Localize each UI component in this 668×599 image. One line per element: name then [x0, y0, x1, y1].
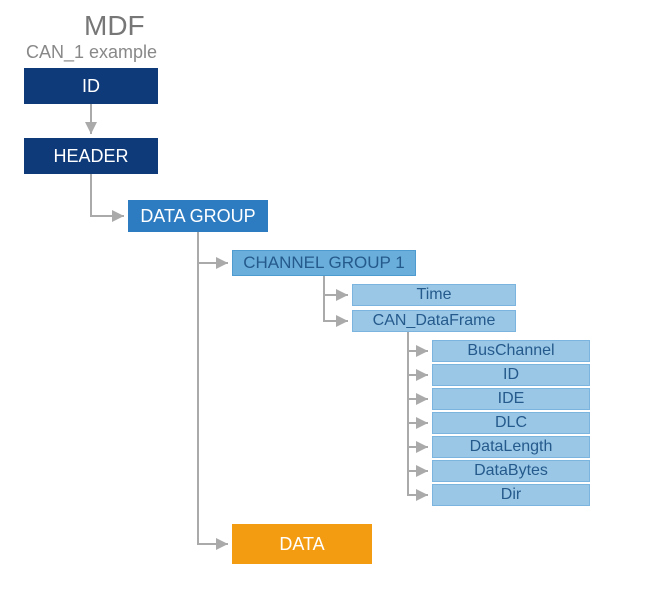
diagram-subtitle: CAN_1 example — [26, 42, 157, 63]
node-databytes: DataBytes — [432, 460, 590, 482]
node-datalength: DataLength — [432, 436, 590, 458]
node-id: ID — [24, 68, 158, 104]
node-can-dataframe: CAN_DataFrame — [352, 310, 516, 332]
diagram-title: MDF — [84, 10, 145, 42]
node-time: Time — [352, 284, 516, 306]
node-id2: ID — [432, 364, 590, 386]
node-dlc: DLC — [432, 412, 590, 434]
node-data: DATA — [232, 524, 372, 564]
node-buschannel: BusChannel — [432, 340, 590, 362]
node-ide: IDE — [432, 388, 590, 410]
node-header: HEADER — [24, 138, 158, 174]
node-dir: Dir — [432, 484, 590, 506]
node-channel-group: CHANNEL GROUP 1 — [232, 250, 416, 276]
node-data-group: DATA GROUP — [128, 200, 268, 232]
